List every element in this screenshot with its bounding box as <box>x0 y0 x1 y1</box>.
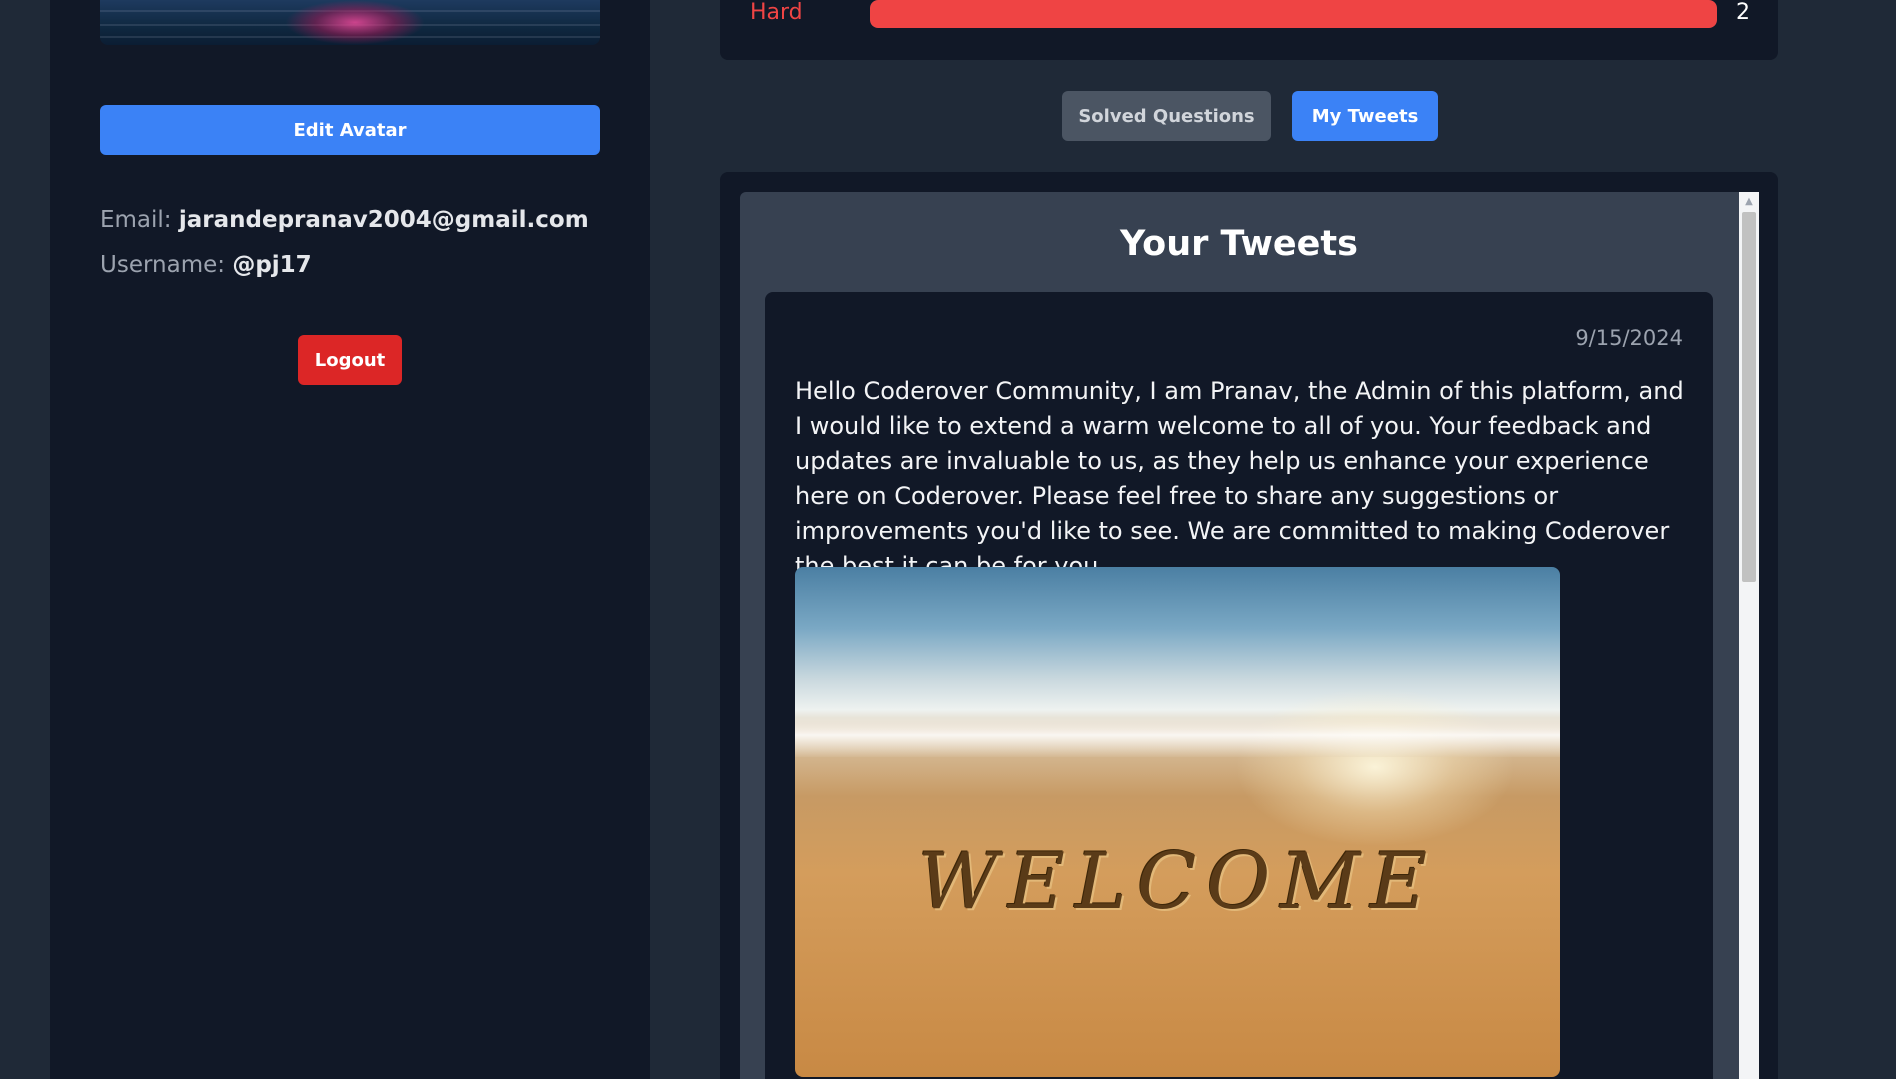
difficulty-stats-card: Hard 2 <box>720 0 1778 60</box>
tweet-date: 9/15/2024 <box>1575 326 1683 350</box>
tweets-scrollbar[interactable]: ▲ <box>1739 192 1759 1079</box>
tweets-scroll-area[interactable]: Your Tweets 9/15/2024 Hello Coderover Co… <box>740 192 1758 1079</box>
scroll-up-arrow-icon[interactable]: ▲ <box>1739 192 1759 210</box>
tweet-text: Hello Coderover Community, I am Pranav, … <box>795 377 1684 580</box>
tweet-image: WELCOME <box>795 567 1560 1077</box>
username-label: Username: <box>100 252 225 278</box>
tweets-heading: Your Tweets <box>1120 224 1358 264</box>
avatar-image <box>100 0 600 45</box>
edit-avatar-button[interactable]: Edit Avatar <box>100 105 600 155</box>
username-row: Username: @pj17 <box>100 252 312 278</box>
tab-my-tweets[interactable]: My Tweets <box>1292 91 1438 141</box>
hard-count: 2 <box>1736 0 1750 25</box>
email-label: Email: <box>100 207 172 233</box>
username-value: @pj17 <box>232 252 312 278</box>
tab-solved-questions[interactable]: Solved Questions <box>1062 91 1271 141</box>
hard-progress-fill <box>870 0 1717 28</box>
image-sand-writing: WELCOME <box>917 837 1438 927</box>
avatar-glow <box>285 0 425 45</box>
hard-label: Hard <box>750 0 803 25</box>
tweets-container: Your Tweets 9/15/2024 Hello Coderover Co… <box>720 172 1778 1079</box>
tweet-card: 9/15/2024 Hello Coderover Community, I a… <box>765 292 1713 1079</box>
profile-panel: Edit Avatar Email: jarandepranav2004@gma… <box>50 0 650 1079</box>
logout-button[interactable]: Logout <box>298 335 402 385</box>
email-row: Email: jarandepranav2004@gmail.com <box>100 207 589 233</box>
email-value: jarandepranav2004@gmail.com <box>178 207 589 233</box>
image-sunlight <box>1235 687 1515 847</box>
image-wave-foam <box>795 717 1560 757</box>
scrollbar-thumb[interactable] <box>1742 212 1756 582</box>
hard-progress-track <box>870 0 1717 28</box>
